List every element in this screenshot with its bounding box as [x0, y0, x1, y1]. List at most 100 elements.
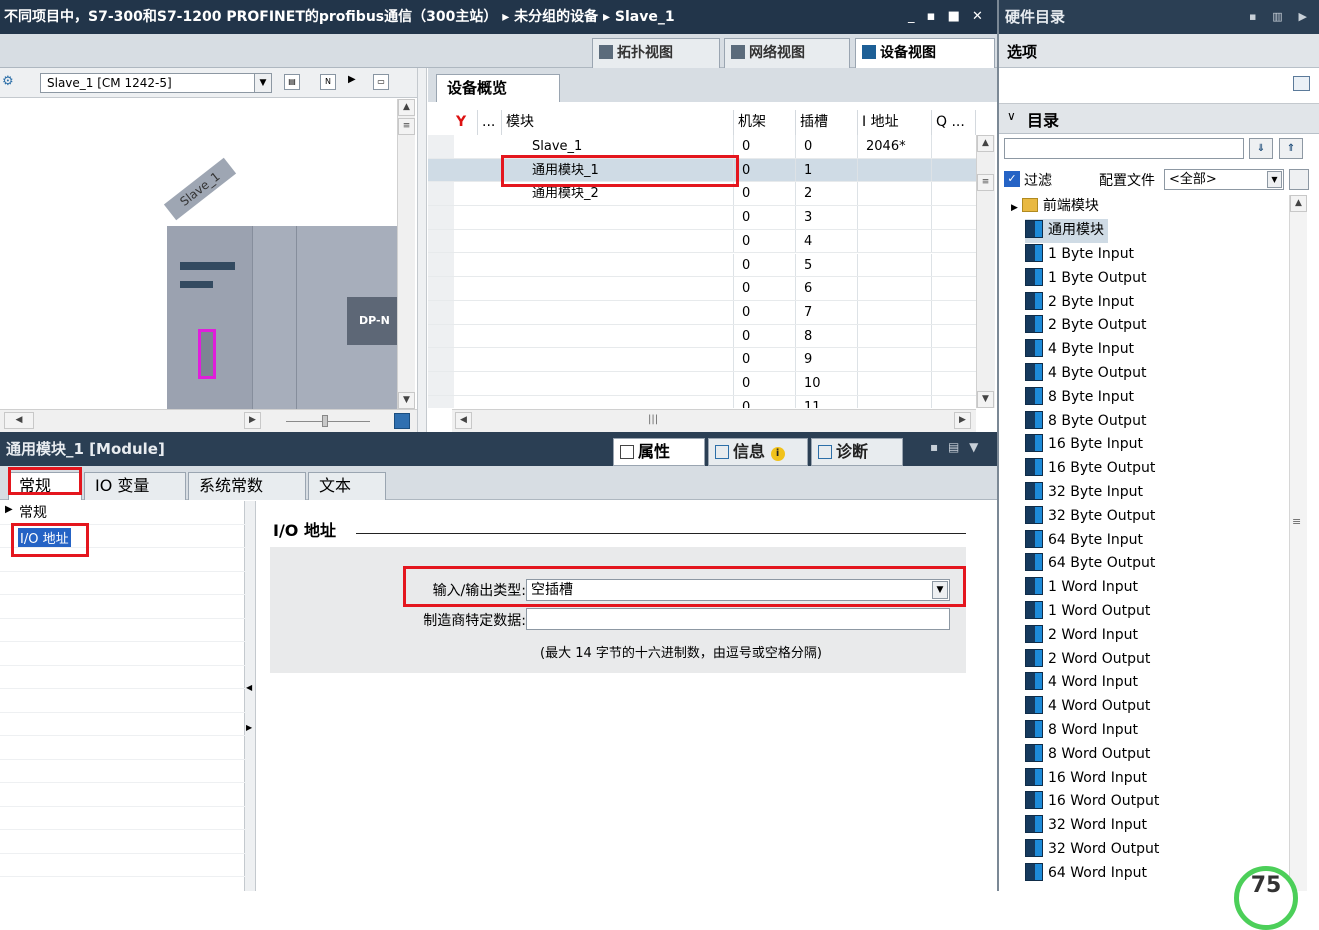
catalog-item[interactable]: 2 Byte Output	[1025, 314, 1146, 338]
nav-item-general[interactable]: ▶ 常规	[0, 501, 245, 525]
catalog-item[interactable]: 32 Byte Output	[1025, 505, 1155, 529]
catalog-item[interactable]: 8 Byte Output	[1025, 410, 1146, 434]
panel-controls[interactable]: ▪ ▤ ▼	[930, 440, 981, 454]
device-label[interactable]: Slave_1	[163, 157, 237, 221]
catalog-item[interactable]: 64 Byte Input	[1025, 529, 1143, 553]
catalog-item[interactable]: 1 Word Output	[1025, 600, 1150, 624]
chevron-down-icon[interactable]: ▼	[254, 74, 271, 92]
catalog-section-header[interactable]: ∨ 目录	[999, 104, 1319, 134]
window-controls[interactable]: _ ▪ ■ ✕	[908, 0, 987, 34]
nav-splitter[interactable]: ◀ ▶	[245, 501, 256, 891]
catalog-item[interactable]: 8 Word Output	[1025, 743, 1150, 767]
zoom-slider[interactable]	[286, 421, 370, 422]
scroll-down-icon[interactable]: ▼	[398, 392, 415, 409]
col-module[interactable]: 模块	[502, 110, 734, 135]
scroll-up-icon[interactable]: ▲	[977, 135, 994, 152]
tab-device-overview[interactable]: 设备概览	[436, 74, 560, 102]
name-label-icon[interactable]: N	[320, 74, 336, 90]
catalog-item[interactable]: 4 Word Input	[1025, 671, 1138, 695]
catalog-item[interactable]: 4 Byte Input	[1025, 338, 1134, 362]
vendor-data-input[interactable]	[526, 608, 950, 630]
zoom-icon[interactable]	[394, 413, 410, 429]
col-flag[interactable]: ...	[478, 110, 502, 135]
overview-vertical-scrollbar[interactable]: ▲ ≡ ▼	[976, 135, 995, 408]
options-panel-icon[interactable]	[1293, 76, 1310, 91]
scroll-thumb-grip[interactable]: ≡	[1292, 515, 1301, 528]
device-select-dropdown[interactable]: Slave_1 [CM 1242-5] ▼	[40, 73, 272, 93]
dp-module[interactable]: DP-N	[347, 297, 397, 345]
tab-info[interactable]: 信息 i	[708, 438, 808, 466]
scroll-up-icon[interactable]: ▲	[1290, 195, 1307, 212]
table-row[interactable]: 0 10	[428, 372, 976, 396]
search-icon[interactable]: ⇓	[1249, 138, 1273, 159]
col-q-address[interactable]: Q ...	[932, 110, 976, 135]
profile-settings-icon[interactable]	[1289, 169, 1309, 190]
col-rack[interactable]: 机架	[734, 110, 796, 135]
vertical-splitter[interactable]	[417, 68, 427, 432]
scroll-left-icon[interactable]: ◀	[455, 412, 472, 429]
catalog-item[interactable]: 2 Word Input	[1025, 624, 1138, 648]
scroll-right-icon[interactable]: ▶	[244, 412, 261, 429]
table-row[interactable]: 03	[428, 206, 976, 230]
scroll-right-icon[interactable]: ▶	[954, 412, 971, 429]
col-i-address[interactable]: I 地址	[858, 110, 932, 135]
menu-icon[interactable]: ≡	[977, 174, 994, 191]
catalog-item[interactable]: 16 Word Input	[1025, 767, 1147, 791]
catalog-item[interactable]: 16 Word Output	[1025, 790, 1159, 814]
canvas-vertical-scrollbar[interactable]: ▲ ≡ ▼	[397, 99, 415, 409]
catalog-item[interactable]: 4 Byte Output	[1025, 362, 1146, 386]
catalog-item[interactable]: 32 Byte Input	[1025, 481, 1143, 505]
catalog-item[interactable]: 4 Word Output	[1025, 695, 1150, 719]
catalog-folder-frontend[interactable]: ▶ 前端模块	[1011, 195, 1099, 219]
catalog-item[interactable]: 32 Word Output	[1025, 838, 1159, 862]
table-row[interactable]: 0 11	[428, 395, 976, 408]
catalog-item[interactable]: 64 Word Input	[1025, 862, 1147, 886]
tab-topology-view[interactable]: 拓扑视图	[592, 38, 720, 68]
catalog-item[interactable]: 1 Byte Output	[1025, 267, 1146, 291]
table-row[interactable]: 05	[428, 253, 976, 278]
cm-module[interactable]	[167, 226, 253, 409]
scroll-left-icon[interactable]: ◀	[4, 412, 34, 429]
catalog-item[interactable]: 32 Word Input	[1025, 814, 1147, 838]
col-slot[interactable]: 插槽	[796, 110, 858, 135]
catalog-item[interactable]: 16 Byte Input	[1025, 433, 1143, 457]
expand-arrow-icon[interactable]: ▶	[5, 504, 13, 515]
overview-horizontal-scrollbar[interactable]: ◀ ||| ▶	[452, 409, 976, 432]
scroll-up-icon[interactable]: ▲	[398, 99, 415, 116]
panel-controls[interactable]: ▪ ▥ ▶	[1249, 0, 1313, 34]
filter-checkbox[interactable]: ✓	[1004, 171, 1020, 187]
table-row[interactable]: 08	[428, 324, 976, 349]
table-row[interactable]: 06	[428, 277, 976, 301]
catalog-vertical-scrollbar[interactable]: ▲ ≡	[1289, 195, 1307, 891]
chevron-down-icon[interactable]: ∨	[1007, 109, 1016, 123]
scroll-down-icon[interactable]: ▼	[977, 391, 994, 408]
table-row[interactable]: 09	[428, 348, 976, 372]
scroll-thumb-grip[interactable]: |||	[648, 414, 658, 425]
catalog-item[interactable]: 8 Byte Input	[1025, 386, 1134, 410]
tab-network-view[interactable]: 网络视图	[724, 38, 850, 68]
profile-select[interactable]: <全部> ▼	[1164, 169, 1284, 190]
tab-io-tags[interactable]: IO 变量	[84, 472, 186, 500]
catalog-item[interactable]: 8 Word Input	[1025, 719, 1138, 743]
tab-diagnostics[interactable]: 诊断	[811, 438, 903, 466]
zoom-fit-icon[interactable]: ▭	[373, 74, 389, 90]
profibus-port-icon[interactable]	[198, 329, 216, 379]
options-header[interactable]: 选项	[999, 34, 1319, 68]
device-network-icon[interactable]: ⚙	[2, 74, 20, 92]
catalog-item[interactable]: 2 Byte Input	[1025, 291, 1134, 315]
tab-device-view[interactable]: 设备视图	[855, 38, 995, 68]
tab-texts[interactable]: 文本	[308, 472, 386, 500]
catalog-search-input[interactable]	[1004, 138, 1244, 159]
table-row[interactable]: 07	[428, 300, 976, 325]
catalog-item[interactable]: 64 Byte Output	[1025, 552, 1155, 576]
chevron-down-icon[interactable]: ▼	[1267, 171, 1282, 188]
catalog-item[interactable]: 1 Word Input	[1025, 576, 1138, 600]
catalog-item[interactable]: 1 Byte Input	[1025, 243, 1134, 267]
menu-icon[interactable]: ≡	[398, 118, 415, 135]
search-up-icon[interactable]: ⇑	[1279, 138, 1303, 159]
zoom-slider-thumb[interactable]	[322, 415, 328, 427]
expand-right-icon[interactable]: ▶	[246, 723, 252, 732]
tab-system-constants[interactable]: 系统常数	[188, 472, 306, 500]
catalog-item[interactable]: 2 Word Output	[1025, 648, 1150, 672]
play-arrow-icon[interactable]: ▶	[348, 74, 356, 85]
